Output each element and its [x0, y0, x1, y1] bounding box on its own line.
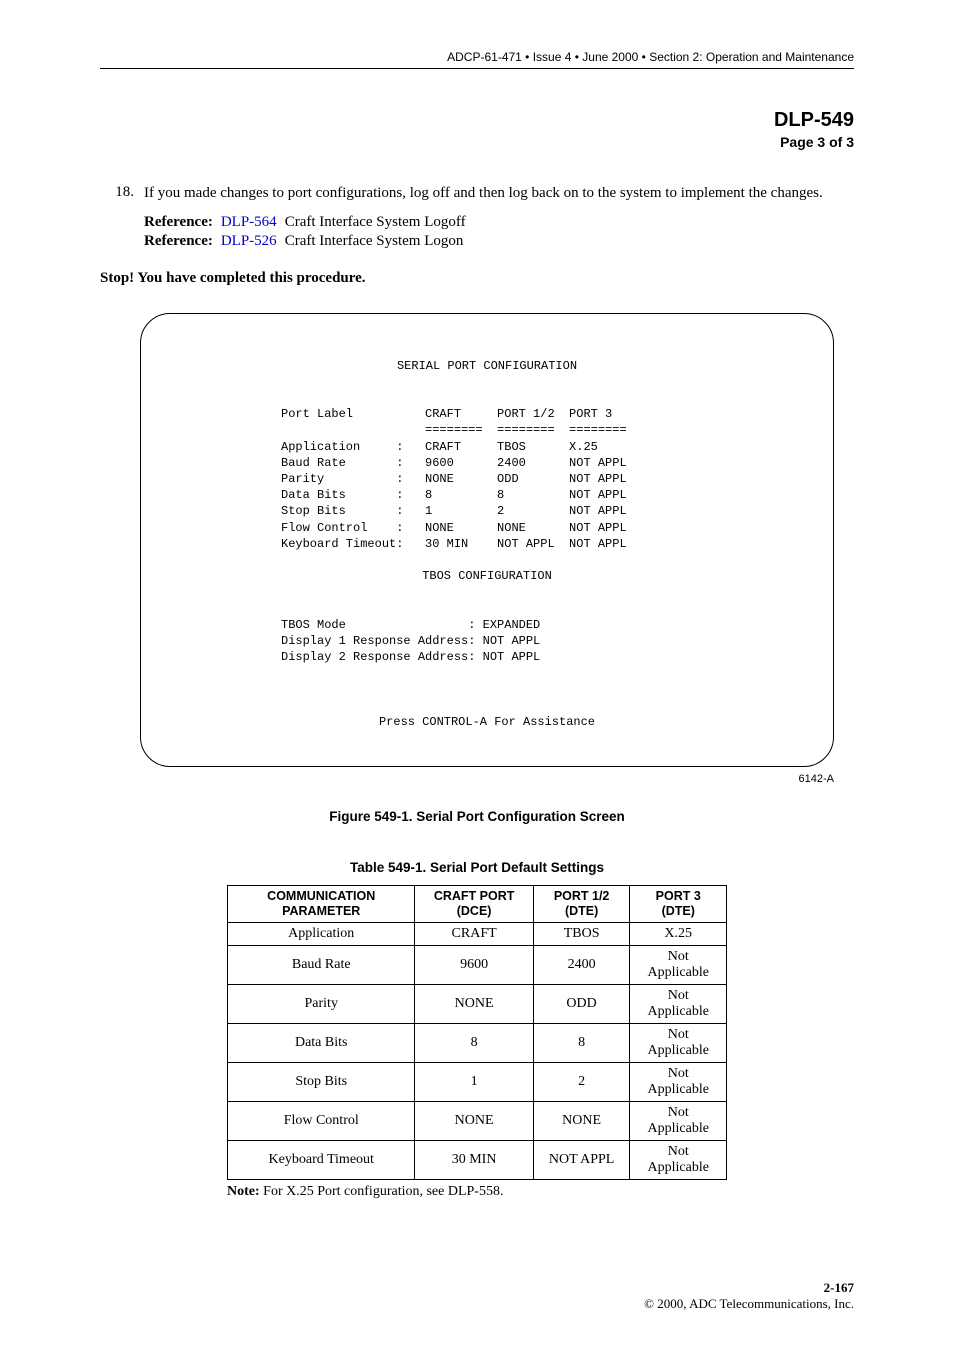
table-header-row: COMMUNICATION PARAMETER CRAFT PORT (DCE)…	[228, 886, 727, 923]
step-item: 18. If you made changes to port configur…	[100, 184, 854, 204]
table-cell: 2400	[533, 946, 630, 985]
table-cell: TBOS	[533, 923, 630, 946]
table-row: Stop Bits12Not Applicable	[228, 1063, 727, 1102]
page-footer: 2-167 © 2000, ADC Telecommunications, In…	[100, 1280, 854, 1312]
table-header: COMMUNICATION PARAMETER	[228, 886, 415, 923]
table-cell: Not Applicable	[630, 1063, 727, 1102]
reference-row: Reference: DLP-526 Craft Interface Syste…	[144, 233, 474, 252]
header-rule	[100, 68, 854, 69]
step-text: If you made changes to port configuratio…	[144, 184, 854, 204]
settings-table: COMMUNICATION PARAMETER CRAFT PORT (DCE)…	[227, 885, 727, 1180]
table-cell: Not Applicable	[630, 985, 727, 1024]
table-cell: Application	[228, 923, 415, 946]
terminal-block: Port Label CRAFT PORT 1/2 PORT 3 =======…	[171, 406, 803, 552]
doc-title: DLP-549	[100, 109, 854, 132]
reference-link[interactable]: DLP-564	[221, 214, 285, 233]
reference-desc: Craft Interface System Logoff	[285, 214, 474, 233]
table-cell: 9600	[415, 946, 533, 985]
table-caption: Table 549-1. Serial Port Default Setting…	[100, 860, 854, 875]
table-cell: Keyboard Timeout	[228, 1141, 415, 1180]
terminal-title: SERIAL PORT CONFIGURATION	[171, 358, 803, 374]
table-row: Flow ControlNONENONENot Applicable	[228, 1102, 727, 1141]
copyright-line: © 2000, ADC Telecommunications, Inc.	[100, 1296, 854, 1312]
table-cell: NONE	[415, 985, 533, 1024]
running-header: ADCP-61-471 • Issue 4 • June 2000 • Sect…	[100, 50, 854, 68]
table-cell: NONE	[415, 1102, 533, 1141]
table-row: Baud Rate96002400Not Applicable	[228, 946, 727, 985]
tbos-block: TBOS Mode : EXPANDED Display 1 Response …	[171, 617, 803, 666]
table-cell: X.25	[630, 923, 727, 946]
reference-label: Reference:	[144, 214, 221, 233]
reference-label: Reference:	[144, 233, 221, 252]
page-number: 2-167	[100, 1280, 854, 1296]
table-row: ParityNONEODDNot Applicable	[228, 985, 727, 1024]
table-row: ApplicationCRAFTTBOSX.25	[228, 923, 727, 946]
doc-subtitle: Page 3 of 3	[100, 134, 854, 150]
figure-caption: Figure 549-1. Serial Port Configuration …	[100, 809, 854, 824]
table-header: CRAFT PORT (DCE)	[415, 886, 533, 923]
terminal-assist: Press CONTROL-A For Assistance	[171, 714, 803, 730]
table-cell: Parity	[228, 985, 415, 1024]
table-row: Data Bits88Not Applicable	[228, 1024, 727, 1063]
table-cell: 2	[533, 1063, 630, 1102]
terminal-screen: SERIAL PORT CONFIGURATION Port Label CRA…	[140, 313, 834, 768]
table-cell: Not Applicable	[630, 1024, 727, 1063]
table-cell: ODD	[533, 985, 630, 1024]
table-cell: Not Applicable	[630, 1102, 727, 1141]
table-cell: 8	[533, 1024, 630, 1063]
note-text: For X.25 Port configuration, see DLP-558…	[260, 1184, 504, 1199]
reference-link[interactable]: DLP-526	[221, 233, 285, 252]
step-number: 18.	[100, 184, 144, 204]
stop-line: Stop! You have completed this procedure.	[100, 270, 854, 287]
table-cell: NONE	[533, 1102, 630, 1141]
table-cell: 30 MIN	[415, 1141, 533, 1180]
table-cell: Not Applicable	[630, 946, 727, 985]
table-cell: 8	[415, 1024, 533, 1063]
table-header: PORT 3 (DTE)	[630, 886, 727, 923]
figure-id: 6142-A	[100, 773, 834, 785]
reference-row: Reference: DLP-564 Craft Interface Syste…	[144, 214, 474, 233]
table-row: Keyboard Timeout30 MINNOT APPLNot Applic…	[228, 1141, 727, 1180]
table-cell: NOT APPL	[533, 1141, 630, 1180]
table-body: ApplicationCRAFTTBOSX.25Baud Rate9600240…	[228, 923, 727, 1180]
document-page: ADCP-61-471 • Issue 4 • June 2000 • Sect…	[0, 0, 954, 1352]
table-note: Note: For X.25 Port configuration, see D…	[227, 1184, 727, 1200]
reference-desc: Craft Interface System Logon	[285, 233, 474, 252]
table-cell: Data Bits	[228, 1024, 415, 1063]
reference-table: Reference: DLP-564 Craft Interface Syste…	[144, 214, 474, 252]
table-header: PORT 1/2 (DTE)	[533, 886, 630, 923]
table-cell: Stop Bits	[228, 1063, 415, 1102]
table-cell: Baud Rate	[228, 946, 415, 985]
note-label: Note:	[227, 1184, 260, 1199]
table-cell: CRAFT	[415, 923, 533, 946]
table-cell: Flow Control	[228, 1102, 415, 1141]
table-cell: 1	[415, 1063, 533, 1102]
table-cell: Not Applicable	[630, 1141, 727, 1180]
tbos-title: TBOS CONFIGURATION	[171, 568, 803, 584]
